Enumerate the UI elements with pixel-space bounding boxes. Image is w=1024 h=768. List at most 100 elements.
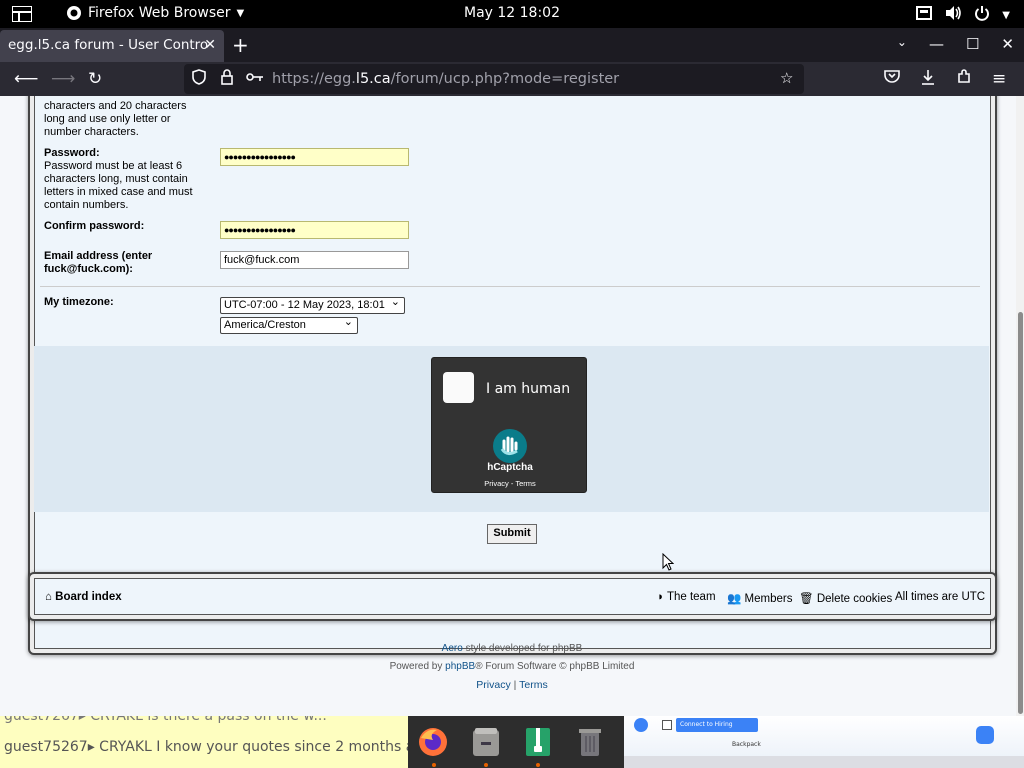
running-indicator bbox=[536, 763, 540, 767]
style-credit-text: style developed for phpBB bbox=[462, 643, 583, 654]
system-top-bar: Firefox Web Browser ▼ May 12 18:02 ▼ bbox=[0, 0, 1024, 28]
email-label: Email address (enter fuck@fuck.com): bbox=[44, 250, 204, 276]
phpbb-link[interactable]: phpBB bbox=[445, 661, 475, 672]
volume-icon[interactable] bbox=[944, 5, 962, 25]
confirm-password-field[interactable]: ●●●●●●●●●●●●●●●● bbox=[220, 221, 409, 239]
maximize-button[interactable]: ☐ bbox=[966, 35, 979, 53]
timezone-label: My timezone: bbox=[44, 296, 204, 309]
shield-icon: ◗ bbox=[657, 591, 664, 603]
chat-line: guest7267▸ CRYAKL is there a pass on the… bbox=[4, 716, 327, 724]
forward-button[interactable]: ⟶ bbox=[51, 69, 75, 89]
style-credit: Aero style developed for phpBB bbox=[0, 643, 1024, 654]
hamburger-menu-icon[interactable]: ≡ bbox=[992, 69, 1006, 89]
list-tabs-icon[interactable]: ⌄ bbox=[897, 35, 907, 53]
lock-icon[interactable] bbox=[220, 69, 234, 89]
close-icon[interactable]: ✕ bbox=[204, 37, 216, 53]
preview-checkbox bbox=[662, 720, 672, 730]
power-icon[interactable] bbox=[974, 5, 990, 25]
running-indicator bbox=[432, 763, 436, 767]
minimize-button[interactable]: — bbox=[929, 35, 944, 53]
hcaptcha-widget: I am human hCaptcha Privacy - Terms bbox=[431, 357, 587, 493]
password-field[interactable]: ●●●●●●●●●●●●●●●● bbox=[220, 148, 409, 166]
extensions-icon[interactable] bbox=[956, 69, 972, 89]
members-link[interactable]: 👥 Members bbox=[727, 591, 792, 605]
the-team-label: The team bbox=[666, 591, 716, 603]
board-index-label: Board index bbox=[55, 591, 122, 603]
divider bbox=[40, 286, 980, 287]
chat-overlay: guest7267▸ CRYAKL is there a pass on the… bbox=[0, 716, 410, 768]
preview-app-icon bbox=[634, 718, 648, 732]
back-button[interactable]: ⟵ bbox=[14, 69, 38, 89]
preview-taskbar bbox=[624, 756, 1024, 768]
archive-manager-icon[interactable] bbox=[520, 724, 556, 760]
tab-active[interactable]: egg.l5.ca forum - User Contro ✕ bbox=[0, 30, 224, 62]
aero-link[interactable]: Aero bbox=[442, 643, 463, 654]
captcha-checkbox[interactable] bbox=[443, 372, 474, 403]
delete-cookies-label: Delete cookies bbox=[816, 593, 893, 605]
firefox-icon[interactable] bbox=[415, 724, 451, 760]
policy-links: Privacy | Terms bbox=[0, 679, 1024, 691]
mouse-cursor-icon bbox=[662, 552, 675, 575]
users-icon: 👥 bbox=[727, 593, 742, 605]
confirm-password-label: Confirm password: bbox=[44, 220, 204, 233]
footer-navbar: ⌂ Board index ◗ The team 👥 Members 🗑 Del… bbox=[28, 572, 997, 621]
powered-prefix: Powered by bbox=[389, 661, 446, 672]
email-field[interactable]: fuck@fuck.com bbox=[220, 251, 409, 269]
url-path: /forum/ucp.php?mode=register bbox=[390, 71, 620, 87]
email-label-text: Email address (enter fuck@fuck.com): bbox=[44, 250, 153, 275]
new-tab-button[interactable]: + bbox=[232, 33, 249, 57]
download-icon[interactable] bbox=[920, 69, 936, 89]
bookmark-star-icon[interactable]: ☆ bbox=[780, 69, 793, 87]
captcha-links[interactable]: Privacy - Terms bbox=[432, 479, 588, 488]
password-field-label: Password: Password must be at least 6 ch… bbox=[44, 147, 204, 212]
footer-navbar-inner: ⌂ Board index ◗ The team 👥 Members 🗑 Del… bbox=[34, 578, 991, 615]
username-hint: characters and 20 characters long and us… bbox=[44, 100, 187, 138]
link-separator: | bbox=[510, 679, 520, 691]
the-team-link[interactable]: ◗ The team bbox=[657, 591, 716, 603]
preview-caption: Backpack bbox=[732, 741, 761, 748]
password-hint: Password must be at least 6 characters l… bbox=[44, 160, 193, 211]
screen-icon[interactable] bbox=[916, 6, 933, 24]
members-label: Members bbox=[744, 593, 793, 605]
tab-title: egg.l5.ca forum - User Contro bbox=[8, 37, 209, 53]
reload-button[interactable]: ↻ bbox=[88, 69, 102, 89]
running-indicator bbox=[484, 763, 488, 767]
timezone-note: All times are UTC bbox=[895, 591, 986, 603]
home-icon: ⌂ bbox=[45, 591, 52, 603]
url-prefix: https://egg. bbox=[272, 71, 356, 87]
scrollbar-thumb[interactable] bbox=[1018, 312, 1023, 714]
shield-icon[interactable] bbox=[192, 69, 206, 89]
key-icon[interactable] bbox=[246, 69, 264, 87]
chat-line: guest75267▸ CRYAKL I know your quotes si… bbox=[4, 739, 410, 755]
trash-icon[interactable] bbox=[572, 724, 608, 760]
close-window-button[interactable]: ✕ bbox=[1001, 35, 1014, 53]
hcaptcha-logo-icon bbox=[493, 429, 527, 463]
timezone-label-text: My timezone: bbox=[44, 296, 114, 308]
nav-bar: ⟵ ⟶ ↻ https://egg.l5.ca/forum/ucp.php?mo… bbox=[0, 62, 1024, 96]
chevron-down-icon[interactable]: ▼ bbox=[1002, 10, 1010, 21]
privacy-link[interactable]: Privacy bbox=[476, 679, 510, 691]
tab-strip: egg.l5.ca forum - User Contro ✕ + ⌄ — ☐ … bbox=[0, 28, 1024, 62]
clock[interactable]: May 12 18:02 bbox=[0, 5, 1024, 21]
terms-link[interactable]: Terms bbox=[519, 679, 548, 691]
window-preview-thumbnail[interactable]: Connect to Hiring Backpack bbox=[624, 716, 1024, 768]
url-domain: l5.ca bbox=[355, 71, 391, 87]
pocket-icon[interactable] bbox=[884, 69, 900, 87]
files-icon[interactable] bbox=[468, 724, 504, 760]
powered-suffix: ® Forum Software © phpBB Limited bbox=[475, 661, 635, 672]
url-text[interactable]: https://egg.l5.ca/forum/ucp.php?mode=reg… bbox=[272, 71, 619, 87]
preview-button: Connect to Hiring bbox=[676, 718, 758, 732]
timezone-offset-select[interactable]: UTC-07:00 - 12 May 2023, 18:01 bbox=[220, 295, 405, 314]
preview-action-icon bbox=[976, 726, 994, 744]
submit-button[interactable]: Submit bbox=[487, 524, 537, 544]
delete-cookies-link[interactable]: 🗑 Delete cookies bbox=[799, 591, 892, 605]
timezone-zone-select[interactable]: America/Creston bbox=[220, 315, 358, 334]
board-index-link[interactable]: ⌂ Board index bbox=[45, 591, 122, 603]
trash-icon: 🗑 bbox=[799, 593, 814, 605]
url-bar[interactable]: https://egg.l5.ca/forum/ucp.php?mode=reg… bbox=[184, 64, 804, 94]
captcha-label: I am human bbox=[486, 381, 571, 397]
confirm-label-text: Confirm password: bbox=[44, 220, 145, 232]
page-content: characters and 20 characters long and us… bbox=[0, 96, 1024, 716]
password-label: Password: bbox=[44, 147, 100, 159]
powered-by: Powered by phpBB® Forum Software © phpBB… bbox=[0, 661, 1024, 672]
